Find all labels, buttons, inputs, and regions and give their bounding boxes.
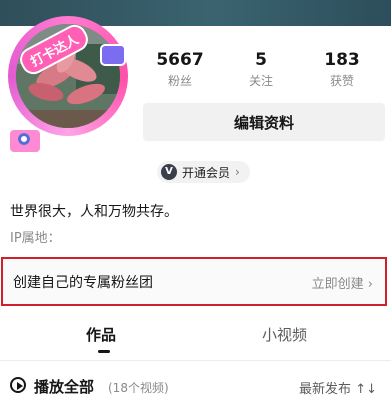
stat-label: 获赞 (329, 74, 354, 88)
stat-label: 关注 (248, 74, 273, 88)
chevron-right-icon: › (235, 165, 240, 179)
profile-bio: 世界很大，人和万物共存。 (10, 204, 178, 220)
edit-profile-button[interactable]: 编辑资料 (143, 103, 385, 141)
fan-club-row[interactable]: 创建自己的专属粉丝团 立即创建 › (1, 257, 387, 306)
active-tab-indicator (98, 350, 110, 353)
create-fan-club-link[interactable]: 立即创建 › (312, 273, 373, 292)
fan-club-title: 创建自己的专属粉丝团 (13, 275, 153, 291)
stat-value: 183 (324, 50, 360, 70)
stat-value: 5667 (156, 50, 204, 70)
tab-works[interactable]: 作品 (86, 324, 116, 345)
vip-icon: V (161, 164, 177, 180)
sort-button[interactable]: 最新发布 ↑↓ (299, 378, 377, 397)
stat-likes[interactable]: 183 获赞 (302, 50, 382, 90)
stat-value: 5 (255, 50, 267, 70)
sort-label: 最新发布 (299, 382, 352, 397)
divider (0, 360, 391, 361)
tab-short-videos[interactable]: 小视频 (262, 324, 307, 345)
playlist-bar: 播放全部 (18个视频) 最新发布 ↑↓ (0, 370, 391, 400)
chevron-right-icon: › (367, 277, 373, 292)
profile-stats: 5667 粉丝 5 关注 183 获赞 (140, 50, 388, 92)
sort-icon: ↑↓ (355, 382, 377, 397)
stat-label: 粉丝 (167, 74, 192, 88)
create-fan-club-label: 立即创建 (311, 277, 364, 292)
camera-icon (8, 128, 42, 154)
avatar[interactable]: 打卡达人 (8, 16, 128, 154)
stat-fans[interactable]: 5667 粉丝 (140, 50, 220, 90)
video-count: (18个视频) (108, 381, 169, 395)
play-all-button[interactable]: 播放全部 (34, 376, 94, 397)
ip-location: IP属地： (10, 231, 61, 246)
sticker-icon (100, 44, 126, 66)
vip-label: 开通会员 (182, 165, 231, 180)
vip-button[interactable]: V 开通会员 › (157, 161, 250, 183)
content-tabs: 作品 小视频 (0, 318, 391, 360)
stat-following[interactable]: 5 关注 (221, 50, 301, 90)
play-icon[interactable] (10, 377, 26, 393)
